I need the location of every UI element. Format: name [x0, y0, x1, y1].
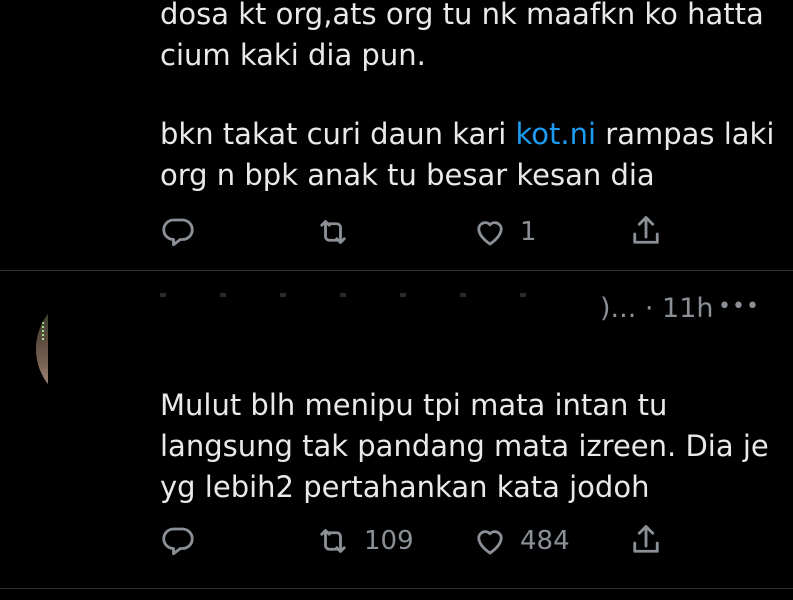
username-remnant — [160, 293, 580, 297]
retweet-icon — [320, 220, 346, 244]
tweet-1-share-button[interactable] — [628, 212, 664, 250]
tweet-1-text-line-3: bkn takat curi daun kari kot.ni rampas l… — [160, 114, 774, 155]
like-icon — [477, 530, 503, 555]
tweet-1-like-count: 1 — [520, 217, 537, 247]
retweet-icon — [320, 529, 346, 553]
reply-icon — [162, 527, 194, 556]
tweet-2-text-line-1: Mulut blh menipu tpi mata intan tu — [160, 388, 668, 422]
tweet-2-text-line-3: yg lebih2 pertahankan kata jodoh — [160, 470, 650, 504]
tweet-2-retweet-count: 109 — [364, 526, 414, 556]
tweet-2-share-button[interactable] — [628, 521, 664, 559]
share-icon — [633, 525, 659, 553]
tweet-1-retweet-button[interactable] — [314, 214, 352, 250]
tweet-1-text-line-2: cium kaki dia pun. — [160, 38, 426, 72]
tweet-2-like-count: 484 — [520, 526, 570, 556]
reply-icon — [162, 218, 194, 247]
like-icon — [477, 221, 503, 246]
tweet-1-text-segment: bkn takat curi daun kari — [160, 117, 516, 151]
tweet-1-link[interactable]: kot.ni — [516, 117, 597, 151]
tweet-2-meta: )... · 11h — [600, 293, 714, 324]
tweet-divider-bottom — [0, 588, 793, 589]
tweet-1-like-button[interactable]: 1 — [472, 214, 537, 250]
tweet-2-like-button[interactable]: 484 — [472, 523, 570, 559]
share-icon — [633, 216, 659, 244]
tweet-1-reply-button[interactable] — [160, 214, 196, 250]
tweet-2-reply-button[interactable] — [160, 523, 196, 559]
more-icon[interactable]: ••• — [718, 290, 760, 324]
tweet-1-text-segment-2: rampas laki — [596, 117, 775, 151]
tweet-1-text-line-1: dosa kt org,ats org tu nk maafkn ko hatt… — [160, 0, 764, 31]
tweet-2-text-line-2: langsung tak pandang mata izreen. Dia je — [160, 429, 769, 463]
tweet-divider — [0, 270, 793, 271]
tweet-2-retweet-button[interactable]: 109 — [314, 523, 414, 559]
tweet-1-text-line-4: org n bpk anak tu besar kesan dia — [160, 158, 655, 192]
